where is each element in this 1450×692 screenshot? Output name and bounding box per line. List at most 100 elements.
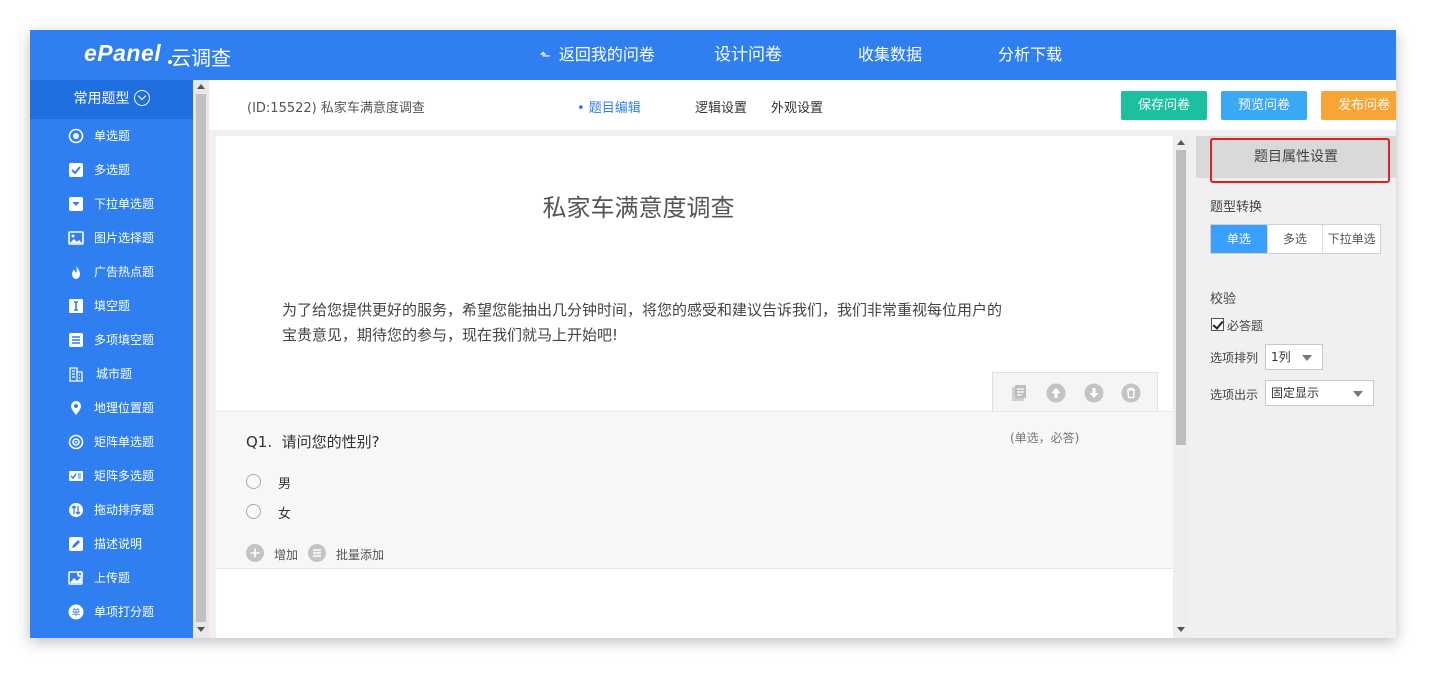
chevron-down-circle-icon [133,90,150,106]
sidebar-item-label: 单项打分题 [94,605,155,619]
canvas-scrollbar[interactable] [1173,136,1189,638]
sidebar-item-label: 广告热点题 [94,265,155,279]
text-cursor-icon [68,298,84,314]
question-block[interactable]: Q1. 请问您的性别? (单选，必答) 男 女 增加 批量添加 [216,411,1173,569]
sidebar-item-fill-blank[interactable]: 填空题 [30,289,193,323]
sidebar-item-city[interactable]: 城市题 [30,357,193,391]
target-icon [68,434,84,450]
score-icon: 单 [68,604,84,620]
copy-icon[interactable] [1009,383,1029,403]
required-checkbox[interactable] [1211,318,1224,331]
publish-survey-button[interactable]: 发布问卷 [1321,91,1396,120]
scroll-up-arrow-icon[interactable] [1177,140,1185,145]
add-option-button[interactable]: 增加 [246,544,306,562]
canvas-scroll-thumb[interactable] [1176,150,1186,445]
move-down-icon[interactable] [1084,383,1104,403]
sidebar-item-label: 城市题 [96,367,133,381]
sidebar-item-single-score[interactable]: 单 单项打分题 [30,595,193,629]
question-number: Q1. [246,433,273,451]
sidebar-item-label: 矩阵多选题 [94,469,155,483]
sidebar-item-label: 单选题 [94,129,131,143]
sidebar-item-description[interactable]: 描述说明 [30,527,193,561]
type-switch-segmented: 单选 多选 下拉单选 [1210,224,1381,254]
nav-analyze-download[interactable]: 分析下载 [998,30,1062,80]
move-up-icon[interactable] [1046,383,1066,403]
nav-back-label: 返回我的问卷 [558,45,655,64]
type-switch-label: 题型转换 [1210,200,1263,215]
batch-add-label: 批量添加 [336,548,385,562]
survey-title[interactable]: 私家车满意度调查 [216,188,1061,223]
sidebar-item-dropdown[interactable]: 下拉单选题 [30,187,193,221]
tab-appearance-settings[interactable]: 外观设置 [771,97,823,116]
preview-survey-button[interactable]: 预览问卷 [1221,91,1307,120]
checkbox-icon [68,162,84,178]
display-select[interactable]: 固定显示 [1265,380,1374,406]
radio-button[interactable] [246,474,261,489]
image-icon [68,230,84,246]
question-title: Q1. 请问您的性别? [246,431,380,452]
required-label: 必答题 [1227,319,1264,333]
app-window: ePanel 云调查 ⬑ 返回我的问卷 设计问卷 收集数据 分析下载 常用题型 单… [30,30,1396,638]
question-type-sidebar: 常用题型 单选题 多选题 下拉单选题 图片选择题 广告热点题 填空题 多项填空题… [30,80,193,638]
survey-id-label: (ID:15522) 私家车满意度调查 [247,101,425,116]
sidebar-item-label: 矩阵单选题 [94,435,155,449]
sidebar-item-location[interactable]: 地理位置题 [30,391,193,425]
sidebar-item-label: 描述说明 [94,537,143,551]
highlight-box [1210,138,1390,183]
top-nav-bar: ePanel 云调查 ⬑ 返回我的问卷 设计问卷 收集数据 分析下载 [30,30,1396,80]
sidebar-header[interactable]: 常用题型 [30,80,193,119]
caret-down-icon [1302,355,1312,361]
sidebar-item-image-choice[interactable]: 图片选择题 [30,221,193,255]
logo: ePanel [84,40,162,66]
type-single-button[interactable]: 单选 [1211,225,1267,253]
tab-question-edit[interactable]: • 题目编辑 [577,97,641,116]
batch-add-button[interactable]: 批量添加 [308,544,398,562]
pencil-icon [68,536,84,552]
option-label: 女 [278,507,292,522]
editor-toolbar: (ID:15522) 私家车满意度调查 • 题目编辑 逻辑设置 外观设置 保存问… [209,80,1396,130]
plus-circle-icon [246,544,264,562]
arrange-select[interactable]: 1列 [1265,344,1323,370]
sidebar-item-matrix-multi[interactable]: 矩阵多选题 [30,459,193,493]
caret-down-icon [1353,391,1363,397]
list-circle-icon [308,544,326,562]
sidebar-item-ad-hotspot[interactable]: 广告热点题 [30,255,193,289]
radio-button[interactable] [246,504,261,519]
question-hint: (单选，必答) [1010,431,1080,445]
type-multi-button[interactable]: 多选 [1266,225,1323,253]
save-survey-button[interactable]: 保存问卷 [1121,91,1207,120]
sidebar-item-drag-sort[interactable]: 拖动排序题 [30,493,193,527]
list-icon [68,332,84,348]
nav-collect-data[interactable]: 收集数据 [858,30,922,80]
scroll-up-arrow-icon[interactable] [197,84,205,89]
arrange-label: 选项排列 [1210,351,1259,365]
scroll-down-arrow-icon[interactable] [1177,627,1185,632]
building-icon [68,366,84,382]
sidebar-item-multi-choice[interactable]: 多选题 [30,153,193,187]
nav-back-to-surveys[interactable]: ⬑ 返回我的问卷 [540,30,655,80]
delete-icon[interactable] [1121,383,1141,403]
survey-canvas: 私家车满意度调查 为了给您提供更好的服务，希望您能抽出几分钟时间，将您的感受和建… [216,136,1173,638]
scroll-down-arrow-icon[interactable] [197,627,205,632]
sidebar-item-single-choice[interactable]: 单选题 [30,119,193,153]
display-value: 固定显示 [1271,386,1320,400]
sidebar-item-upload[interactable]: 上传题 [30,561,193,595]
svg-text:单: 单 [71,607,80,619]
sidebar-item-label: 下拉单选题 [94,197,155,211]
add-option-label: 增加 [274,548,299,562]
survey-intro[interactable]: 为了给您提供更好的服务，希望您能抽出几分钟时间，将您的感受和建议告诉我们，我们非… [282,298,1002,348]
validation-label: 校验 [1210,292,1237,307]
type-dropdown-button[interactable]: 下拉单选 [1322,225,1380,253]
nav-design-survey[interactable]: 设计问卷 [714,30,782,80]
arrange-value: 1列 [1271,350,1291,364]
radio-icon [68,128,84,144]
sidebar-item-label: 填空题 [94,299,131,313]
tab-logic-settings[interactable]: 逻辑设置 [695,97,747,116]
sidebar-title: 常用题型 [73,91,130,107]
sidebar-item-multi-fill[interactable]: 多项填空题 [30,323,193,357]
display-label: 选项出示 [1210,388,1259,402]
sidebar-scrollbar[interactable] [193,80,209,638]
sidebar-item-matrix-single[interactable]: 矩阵单选题 [30,425,193,459]
location-pin-icon [68,400,84,416]
sidebar-scroll-thumb[interactable] [196,94,206,622]
